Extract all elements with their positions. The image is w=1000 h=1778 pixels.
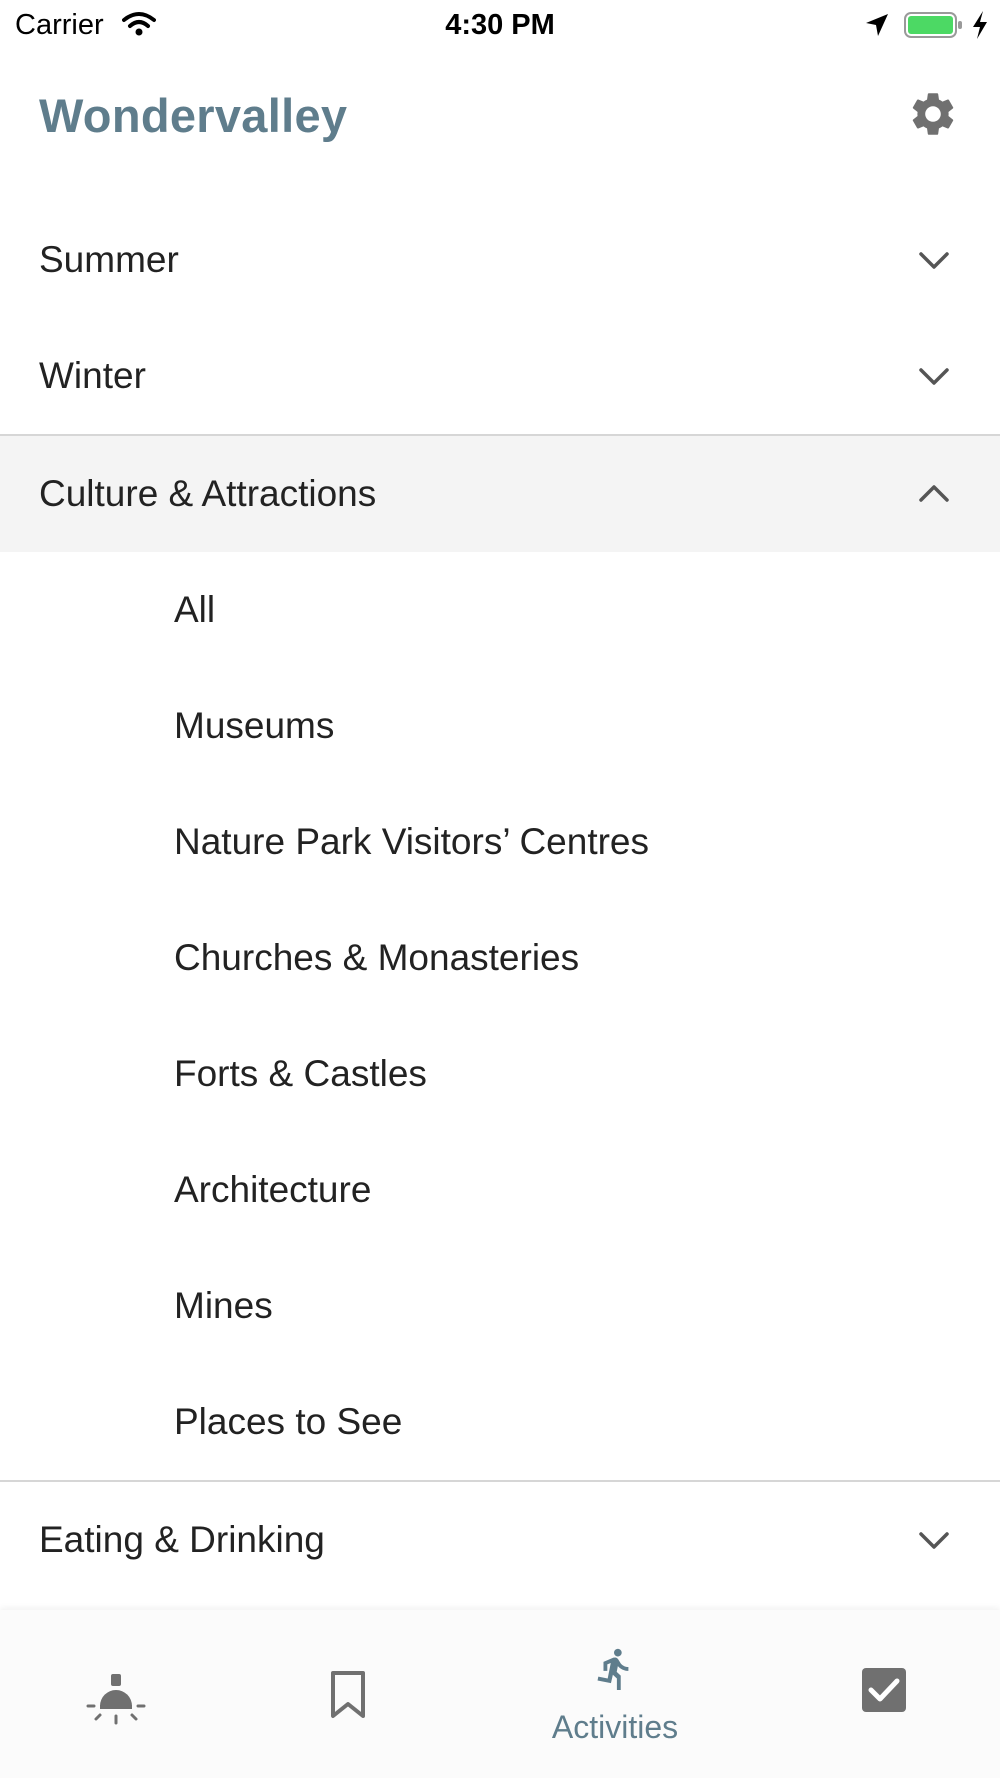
subcategory-museums[interactable]: Museums (0, 668, 1000, 784)
running-icon (592, 1640, 638, 1703)
subcategory-label: All (174, 589, 216, 630)
status-bar: Carrier 4:30 PM (0, 0, 1000, 50)
tab-tips[interactable] (66, 1610, 166, 1778)
settings-button[interactable] (900, 88, 966, 144)
tab-label: Activities (551, 1709, 679, 1745)
subcategory-architecture[interactable]: Architecture (0, 1132, 1000, 1248)
section-label: Winter (39, 355, 146, 396)
battery-icon (904, 10, 964, 45)
location-arrow-icon (864, 12, 890, 43)
section-winter[interactable]: Winter (0, 318, 1000, 434)
checkbox-icon (860, 1666, 908, 1719)
section-label: Eating & Drinking (39, 1519, 325, 1560)
subcategory-places-to-see[interactable]: Places to See (0, 1364, 1000, 1480)
section-label: Culture & Attractions (39, 473, 377, 514)
chevron-down-icon (919, 1532, 949, 1549)
subcategory-label: Places to See (174, 1401, 403, 1442)
page-title: Wondervalley (39, 89, 348, 142)
charging-bolt-icon (970, 10, 990, 45)
section-summer[interactable]: Summer (0, 202, 1000, 318)
section-eating-drinking[interactable]: Eating & Drinking (0, 1482, 1000, 1598)
subcategory-label: Architecture (174, 1169, 372, 1210)
subcategory-label: Museums (174, 705, 335, 746)
subcategory-forts-castles[interactable]: Forts & Castles (0, 1016, 1000, 1132)
subcategory-label: Forts & Castles (174, 1053, 427, 1094)
section-label: Summer (39, 239, 179, 280)
chevron-down-icon (919, 368, 949, 385)
subcategory-label: Churches & Monasteries (174, 937, 580, 978)
tab-bookmarks[interactable] (298, 1610, 398, 1778)
status-time: 4:30 PM (445, 9, 555, 41)
subcategory-nature-park-visitors-centres[interactable]: Nature Park Visitors’ Centres (0, 784, 1000, 900)
bulb-icon (86, 1672, 146, 1731)
tab-checklist[interactable] (834, 1610, 934, 1778)
subcategory-label: Nature Park Visitors’ Centres (174, 821, 650, 862)
gear-icon (907, 88, 959, 145)
section-culture-attractions[interactable]: Culture & Attractions (0, 436, 1000, 552)
subcategory-all[interactable]: All (0, 552, 1000, 668)
subcategory-label: Mines (174, 1285, 273, 1326)
tab-activities[interactable]: Activities (535, 1610, 695, 1778)
chevron-up-icon (919, 485, 949, 502)
subcategory-mines[interactable]: Mines (0, 1248, 1000, 1364)
subcategory-churches-monasteries[interactable]: Churches & Monasteries (0, 900, 1000, 1016)
bookmark-icon (328, 1670, 368, 1725)
category-list: Summer Winter Culture & Attractions All … (0, 202, 1000, 1598)
chevron-down-icon (919, 252, 949, 269)
tab-bar: Activities (0, 1610, 1000, 1778)
